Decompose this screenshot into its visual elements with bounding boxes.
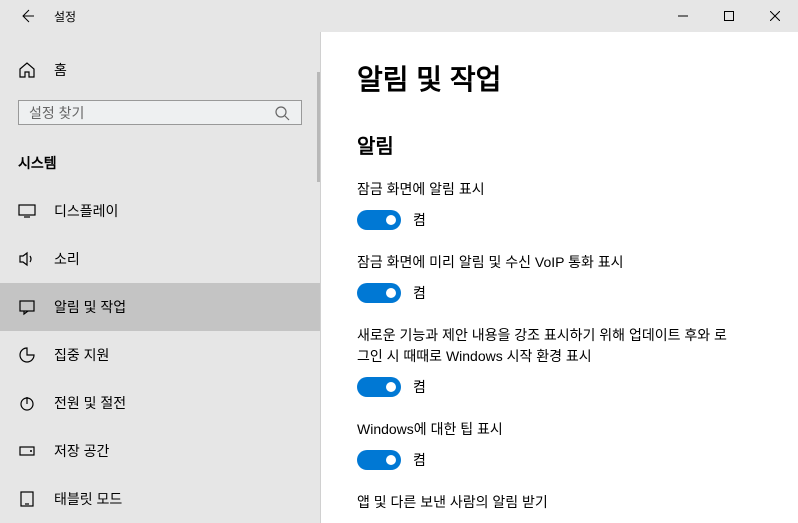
storage-icon [18, 442, 36, 460]
sidebar: 홈 시스템 디스플레이 [0, 32, 320, 523]
setting-windows-tips: Windows에 대한 팁 표시 켬 [357, 419, 762, 470]
maximize-button[interactable] [706, 0, 752, 32]
sidebar-item-label: 저장 공간 [54, 441, 109, 461]
page-title: 알림 및 작업 [357, 58, 762, 98]
sidebar-item-label: 집중 지원 [54, 345, 109, 365]
sidebar-item-label: 소리 [54, 249, 80, 269]
toggle-switch[interactable] [357, 377, 401, 397]
scrollbar-thumb[interactable] [317, 72, 320, 182]
sidebar-item-storage[interactable]: 저장 공간 [0, 427, 320, 475]
tablet-icon [18, 490, 36, 508]
setting-label: 새로운 기능과 제안 내용을 강조 표시하기 위해 업데이트 후와 로그인 시 … [357, 325, 737, 367]
setting-lockscreen-reminders: 잠금 화면에 미리 알림 및 수신 VoIP 통화 표시 켬 [357, 252, 762, 303]
minimize-button[interactable] [660, 0, 706, 32]
home-label: 홈 [54, 60, 67, 80]
main-panel: 알림 및 작업 알림 잠금 화면에 알림 표시 켬 잠금 화면에 미리 알림 및… [320, 32, 798, 523]
setting-label: 앱 및 다른 보낸 사람의 알림 받기 [357, 492, 737, 513]
search-box[interactable] [18, 100, 302, 125]
titlebar-left: 설정 [0, 7, 76, 25]
power-icon [18, 394, 36, 412]
setting-label: Windows에 대한 팁 표시 [357, 419, 737, 440]
setting-welcome-experience: 새로운 기능과 제안 내용을 강조 표시하기 위해 업데이트 후와 로그인 시 … [357, 325, 762, 397]
notifications-icon [18, 298, 36, 316]
sidebar-item-label: 디스플레이 [54, 201, 118, 221]
sidebar-item-tablet[interactable]: 태블릿 모드 [0, 475, 320, 523]
focus-icon [18, 346, 36, 364]
search-input[interactable] [29, 105, 273, 121]
display-icon [18, 202, 36, 220]
nav-list: 디스플레이 소리 알림 및 작업 [0, 187, 320, 523]
settings-window: 설정 홈 [0, 0, 798, 523]
window-title: 설정 [54, 8, 76, 25]
sidebar-item-focus[interactable]: 집중 지원 [0, 331, 320, 379]
toggle-state: 켬 [413, 377, 426, 397]
home-icon [18, 61, 36, 79]
toggle-row: 켬 [357, 450, 762, 470]
home-button[interactable]: 홈 [0, 50, 320, 90]
toggle-state: 켬 [413, 210, 426, 230]
sidebar-item-label: 전원 및 절전 [54, 393, 126, 413]
toggle-row: 켬 [357, 283, 762, 303]
setting-label: 잠금 화면에 알림 표시 [357, 179, 737, 200]
content: 홈 시스템 디스플레이 [0, 32, 798, 523]
sidebar-item-label: 태블릿 모드 [54, 489, 122, 509]
sidebar-item-sound[interactable]: 소리 [0, 235, 320, 283]
section-title: 알림 [357, 130, 762, 159]
back-icon[interactable] [18, 7, 36, 25]
sidebar-item-label: 알림 및 작업 [54, 297, 126, 317]
titlebar: 설정 [0, 0, 798, 32]
sidebar-item-power[interactable]: 전원 및 절전 [0, 379, 320, 427]
toggle-switch[interactable] [357, 283, 401, 303]
toggle-row: 켬 [357, 377, 762, 397]
sound-icon [18, 250, 36, 268]
close-button[interactable] [752, 0, 798, 32]
category-header: 시스템 [0, 143, 320, 187]
toggle-state: 켬 [413, 450, 426, 470]
toggle-row: 켬 [357, 210, 762, 230]
setting-lockscreen-notifications: 잠금 화면에 알림 표시 켬 [357, 179, 762, 230]
setting-label: 잠금 화면에 미리 알림 및 수신 VoIP 통화 표시 [357, 252, 737, 273]
sidebar-item-notifications[interactable]: 알림 및 작업 [0, 283, 320, 331]
window-controls [660, 0, 798, 32]
toggle-state: 켬 [413, 283, 426, 303]
toggle-switch[interactable] [357, 210, 401, 230]
setting-app-notifications: 앱 및 다른 보낸 사람의 알림 받기 켬 [357, 492, 762, 523]
sidebar-item-display[interactable]: 디스플레이 [0, 187, 320, 235]
toggle-switch[interactable] [357, 450, 401, 470]
search-icon [273, 104, 291, 122]
